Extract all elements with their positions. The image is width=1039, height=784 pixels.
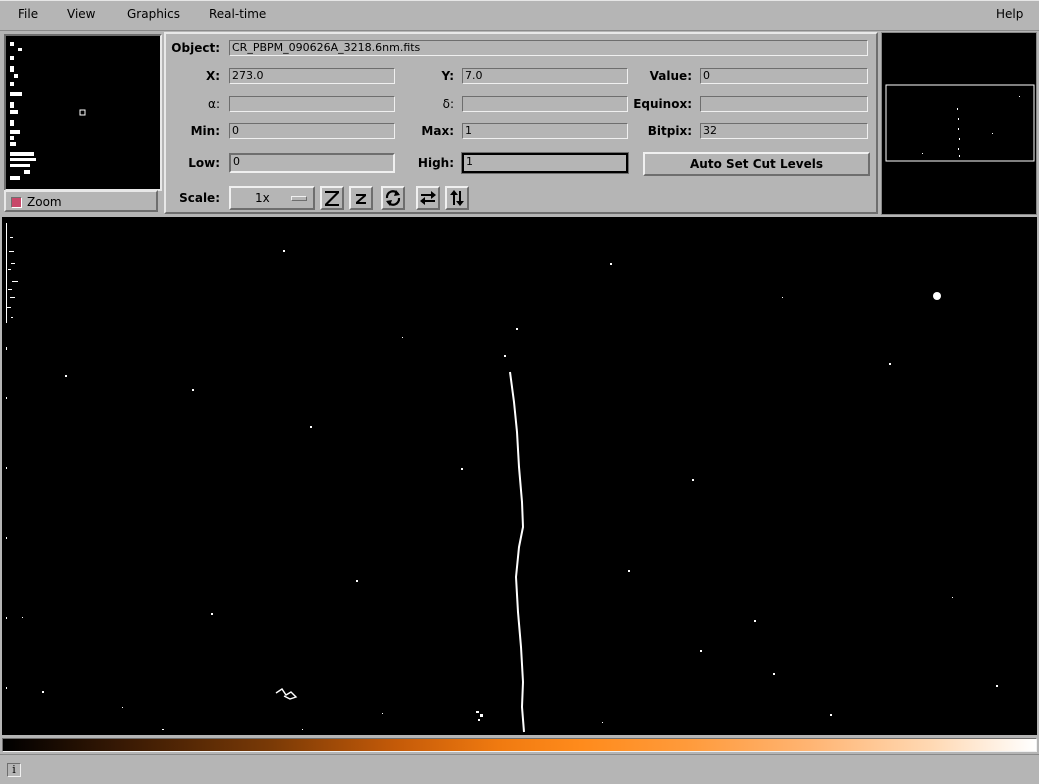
scale-label: Scale: (179, 191, 220, 205)
rotate-icon (385, 190, 401, 206)
bitpix-label: Bitpix: (647, 124, 692, 138)
low-label: Low: (188, 156, 220, 170)
zoom-label: Zoom (27, 195, 62, 209)
zoom-view[interactable] (4, 34, 162, 191)
pan-view[interactable] (881, 32, 1037, 215)
scale-select[interactable]: 1x (229, 186, 315, 210)
option-menu-indicator-icon (291, 196, 307, 201)
object-field: CR_PBPM_090626A_3218.6nm.fits (229, 40, 868, 56)
zoom-pixels (10, 42, 86, 180)
menu-help[interactable]: Help (996, 7, 1023, 21)
menu-bar: File View Graphics Real-time Help (0, 0, 1039, 31)
auto-set-cut-levels-button[interactable]: Auto Set Cut Levels (643, 152, 870, 176)
y-field: 7.0 (462, 68, 628, 84)
flip-y-button[interactable] (445, 186, 469, 210)
object-label: Object: (171, 41, 220, 55)
equinox-label: Equinox: (633, 97, 692, 111)
y-label: Y: (441, 69, 454, 83)
scale-value: 1x (255, 191, 270, 205)
high-input[interactable]: 1 (461, 152, 629, 174)
flip-x-button[interactable] (416, 186, 440, 210)
min-label: Min: (190, 124, 220, 138)
flip-vertical-icon (450, 190, 464, 206)
equinox-field (700, 96, 868, 112)
info-icon[interactable]: i (7, 763, 21, 777)
rotate-button[interactable] (381, 186, 405, 210)
zoom-in-icon (325, 191, 339, 206)
menu-graphics[interactable]: Graphics (127, 7, 180, 21)
menu-file[interactable]: File (18, 7, 38, 21)
delta-field (462, 96, 628, 112)
zoom-out-button[interactable] (349, 186, 373, 210)
max-label: Max: (421, 124, 454, 138)
min-field: 0 (229, 123, 395, 139)
status-bar: i (0, 754, 1039, 784)
x-field: 273.0 (229, 68, 395, 84)
pan-view-rectangle (885, 84, 1035, 162)
zoom-in-button[interactable] (320, 186, 344, 210)
menu-realtime[interactable]: Real-time (209, 7, 266, 21)
main-image-canvas[interactable] (2, 217, 1037, 735)
alpha-label: α: (208, 97, 220, 111)
info-panel: Object: CR_PBPM_090626A_3218.6nm.fits X:… (164, 32, 878, 214)
delta-label: δ: (442, 97, 454, 111)
flip-horizontal-icon (420, 191, 436, 205)
menu-view[interactable]: View (67, 7, 95, 21)
image-content (6, 223, 998, 733)
colorbar[interactable] (2, 738, 1037, 752)
alpha-field (229, 96, 395, 112)
zoom-toggle[interactable]: Zoom (4, 190, 158, 212)
low-input[interactable]: 0 (229, 153, 395, 173)
high-label: High: (417, 156, 454, 170)
pan-thumbnail (885, 84, 1035, 162)
x-label: X: (205, 69, 220, 83)
zoom-out-icon (356, 194, 366, 204)
zoom-indicator (11, 197, 22, 208)
max-field: 1 (462, 123, 628, 139)
value-field: 0 (700, 68, 868, 84)
value-label: Value: (649, 69, 692, 83)
bitpix-field: 32 (700, 123, 868, 139)
